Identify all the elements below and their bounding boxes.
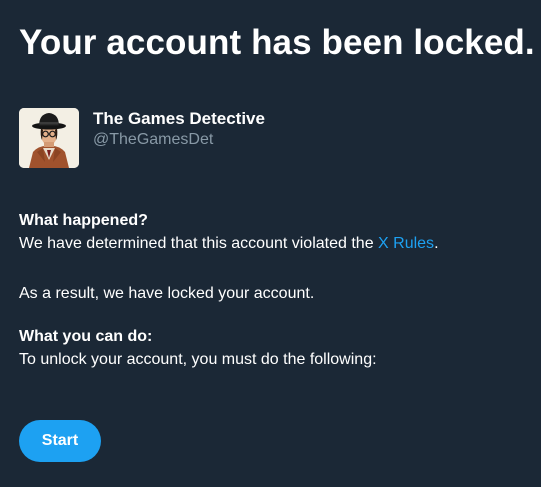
what-happened-text: We have determined that this account vio… (19, 232, 439, 255)
detective-avatar-icon (19, 108, 79, 168)
what-happened-heading: What happened? (19, 212, 148, 229)
x-rules-link[interactable]: X Rules (378, 235, 434, 252)
violation-text-end: . (434, 235, 439, 252)
result-text: As a result, we have locked your account… (19, 285, 315, 302)
start-button[interactable]: Start (19, 420, 101, 462)
account-profile: The Games Detective @TheGamesDet (19, 108, 265, 168)
unlock-instructions: To unlock your account, you must do the … (19, 351, 377, 368)
what-you-can-do-section: What you can do: To unlock your account,… (19, 325, 377, 371)
avatar (19, 108, 79, 168)
violation-text: We have determined that this account vio… (19, 235, 379, 252)
what-you-can-do-heading: What you can do: (19, 328, 153, 345)
what-happened-section: What happened? We have determined that t… (19, 209, 439, 255)
page-title: Your account has been locked. (19, 23, 535, 62)
account-handle: @TheGamesDet (93, 131, 214, 148)
display-name: The Games Detective (93, 109, 265, 128)
